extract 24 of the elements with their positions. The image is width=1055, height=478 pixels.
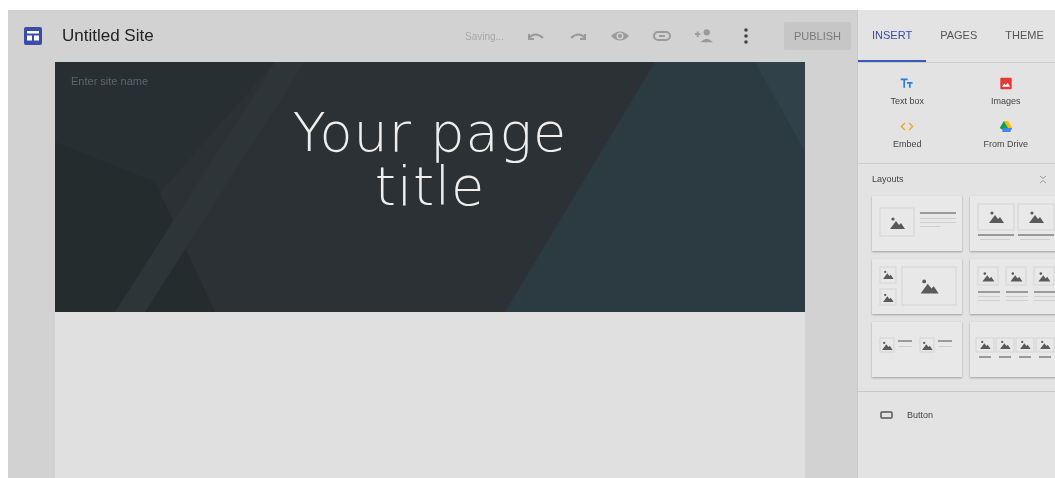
collapse-icon[interactable] xyxy=(1039,174,1047,184)
image-icon xyxy=(998,77,1013,90)
site-logo-icon xyxy=(24,27,42,45)
layout-thumbnail[interactable] xyxy=(970,196,1055,251)
panel-tab[interactable]: PAGES xyxy=(926,10,992,62)
triangle-icon xyxy=(998,120,1013,133)
code-icon xyxy=(900,120,915,133)
layout-thumbnail[interactable] xyxy=(872,322,962,377)
button-icon xyxy=(880,411,893,419)
layouts-heading: Layouts xyxy=(872,174,904,184)
insert-item[interactable]: Embed xyxy=(858,116,957,159)
layout-thumbnail[interactable] xyxy=(970,322,1055,377)
insert-item[interactable]: From Drive xyxy=(956,116,1055,159)
panel-tab[interactable]: THEME xyxy=(991,10,1055,62)
panel-tab[interactable]: INSERT xyxy=(858,10,927,62)
site-title: Untitled Site xyxy=(62,26,154,46)
insert-item[interactable]: Text box xyxy=(858,73,957,116)
layout-thumbnail[interactable] xyxy=(970,259,1055,314)
text-icon xyxy=(900,77,915,90)
button-insert-item[interactable]: Button xyxy=(858,392,1055,438)
page-title[interactable]: Your page title xyxy=(292,106,568,214)
layout-thumbnail[interactable] xyxy=(872,196,962,251)
insert-item[interactable]: Images xyxy=(956,73,1055,116)
layout-thumbnail[interactable] xyxy=(872,259,962,314)
